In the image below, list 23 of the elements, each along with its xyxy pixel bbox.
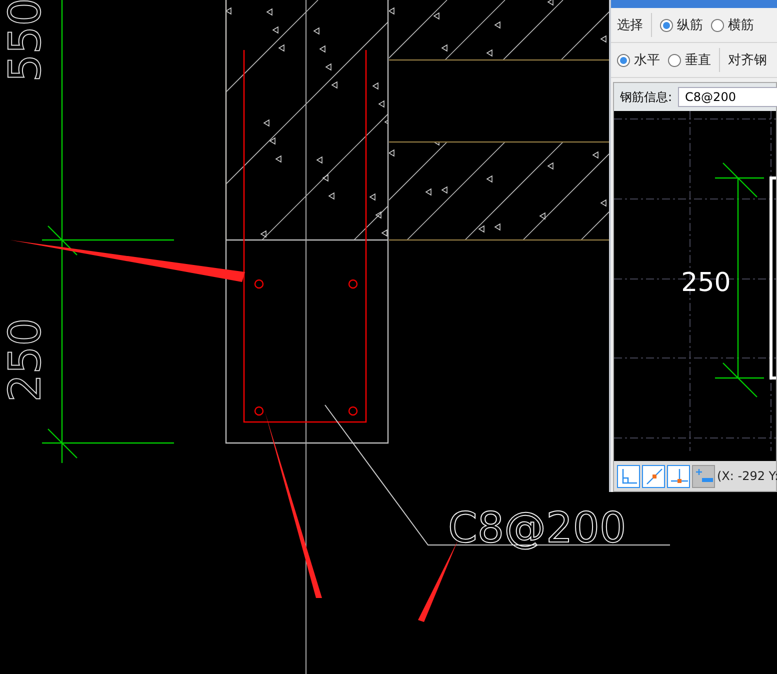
radio-option[interactable]: 水平: [617, 51, 660, 69]
dimension-text: 250: [0, 318, 51, 402]
rebar-circle: [254, 279, 264, 289]
snap-tool-button[interactable]: [692, 464, 715, 488]
dimension-text: 550: [0, 0, 51, 82]
radio-option[interactable]: 垂直: [668, 51, 711, 69]
rebar-info-field[interactable]: C8@200: [678, 87, 777, 107]
rebar-circle: [348, 279, 358, 289]
dimension-text: 250: [681, 268, 731, 298]
snap-tool-button[interactable]: [642, 464, 665, 488]
rebar-circle: [348, 406, 358, 416]
align-label: 对齐钢: [728, 52, 767, 69]
rebar-info-label: 钢筋信息:: [620, 88, 672, 106]
rebar-label: C8@200: [448, 503, 626, 552]
radio-option[interactable]: 横筋: [711, 16, 754, 34]
snap-tool-button[interactable]: [667, 464, 690, 488]
rebar-circle: [254, 406, 264, 416]
arrow-icon: [265, 412, 322, 598]
arrow-icon: [10, 240, 245, 282]
select-label: 选择: [617, 17, 643, 34]
snap-tool-button[interactable]: [617, 464, 640, 488]
radio-option[interactable]: 纵筋: [660, 16, 703, 34]
coordinates-text: (X: -292 Y:: [717, 469, 777, 483]
